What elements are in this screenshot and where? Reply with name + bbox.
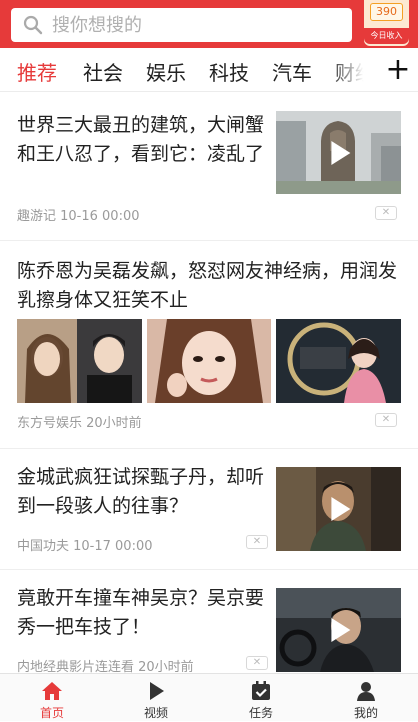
- top-bar: 390 今日收入: [0, 0, 418, 48]
- channel-tabs: 推荐 社会 娱乐 科技 汽车 财经 军 +: [0, 48, 418, 92]
- nav-profile[interactable]: 我的: [314, 674, 418, 722]
- list-item[interactable]: 世界三大最丑的建筑，大闸蟹和王八忍了，看到它：凌乱了 趣游记 10-16 00:…: [0, 93, 418, 241]
- article-title: 竟敢开车撞车神吴京？吴京要秀一把车技了！: [17, 587, 265, 638]
- search-icon: [23, 15, 43, 35]
- tab-recommend[interactable]: 推荐: [17, 57, 57, 86]
- video-thumbnail: [276, 588, 401, 672]
- image-thumbnail: [17, 319, 142, 403]
- tab-society[interactable]: 社会: [83, 57, 123, 86]
- list-item[interactable]: 陈乔恩为吴磊发飙，怒怼网友神经病，用润发乳擦身体又狂笑不止 东方号娱乐 20小时…: [0, 241, 418, 449]
- play-icon: [330, 497, 350, 521]
- image-thumbnail: [276, 319, 401, 403]
- play-icon: [330, 618, 350, 642]
- article-title: 金城武疯狂试探甄子丹，却听到一段骇人的往事？: [17, 466, 265, 517]
- dismiss-icon[interactable]: ✕: [375, 206, 397, 220]
- daily-income-badge[interactable]: 390 今日收入: [364, 0, 409, 46]
- task-icon: [250, 680, 272, 702]
- list-item[interactable]: 竟敢开车撞车神吴京？吴京要秀一把车技了！ 内地经典影片连连看 20小时前 ✕: [0, 570, 418, 675]
- income-label: 今日收入: [364, 28, 409, 44]
- bottom-nav: 首页 视频 任务 我的: [0, 673, 418, 721]
- article-title: 陈乔恩为吴磊发飙，怒怼网友神经病，用润发乳擦身体又狂笑不止: [17, 260, 398, 311]
- tab-entertainment[interactable]: 娱乐: [146, 57, 186, 86]
- income-value: 390: [370, 3, 403, 21]
- nav-tasks-label: 任务: [248, 706, 273, 720]
- dismiss-icon[interactable]: ✕: [375, 413, 397, 427]
- tab-fade: [330, 48, 378, 91]
- play-icon: [145, 680, 167, 702]
- user-icon: [355, 680, 377, 702]
- nav-video-label: 视频: [143, 706, 168, 720]
- nav-home-label: 首页: [39, 706, 64, 720]
- article-title: 世界三大最丑的建筑，大闸蟹和王八忍了，看到它：凌乱了: [17, 114, 265, 165]
- dismiss-icon[interactable]: ✕: [246, 535, 268, 549]
- video-thumbnail: [276, 467, 401, 551]
- play-icon: [330, 140, 350, 165]
- tab-tech[interactable]: 科技: [209, 57, 249, 86]
- tab-auto[interactable]: 汽车: [272, 57, 312, 86]
- search-box[interactable]: [11, 8, 352, 42]
- nav-home[interactable]: 首页: [0, 674, 104, 722]
- video-thumbnail: [276, 111, 401, 194]
- home-icon: [41, 680, 63, 702]
- add-channel-button[interactable]: +: [378, 48, 418, 91]
- article-meta: 趣游记 10-16 00:00: [17, 209, 140, 224]
- nav-tasks[interactable]: 任务: [209, 674, 313, 722]
- dismiss-icon[interactable]: ✕: [246, 656, 268, 670]
- article-meta: 东方号娱乐 20小时前: [17, 416, 142, 431]
- article-meta: 中国功夫 10-17 00:00: [17, 539, 153, 554]
- image-thumbnail: [147, 319, 271, 403]
- nav-profile-label: 我的: [353, 706, 378, 720]
- search-input[interactable]: [52, 14, 332, 36]
- list-item[interactable]: 金城武疯狂试探甄子丹，却听到一段骇人的往事？ 中国功夫 10-17 00:00 …: [0, 449, 418, 570]
- nav-video[interactable]: 视频: [104, 674, 208, 722]
